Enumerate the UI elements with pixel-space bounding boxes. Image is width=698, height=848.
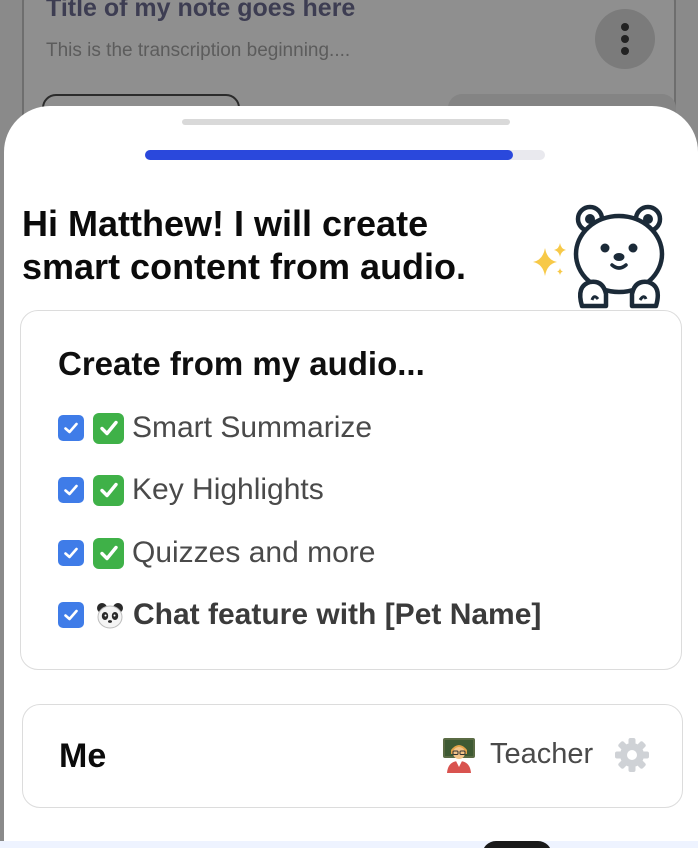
progress-bar	[145, 150, 545, 160]
bear-mascot-icon	[573, 204, 665, 309]
role-label: Teacher	[490, 738, 594, 770]
greeting-line-1: Hi Matthew! I will create	[22, 203, 429, 244]
sheet-grabber[interactable]	[182, 119, 510, 125]
checkbox-checked-icon[interactable]	[58, 602, 84, 628]
check-mark-button-icon	[93, 537, 124, 569]
profile-role-card[interactable]: Me Teacher	[22, 704, 683, 808]
option-label: Chat feature with [Pet Name]	[133, 598, 542, 631]
checkbox-checked-icon[interactable]	[58, 540, 84, 566]
sparkles-icon	[533, 243, 566, 276]
bottom-action-button[interactable]	[482, 841, 552, 848]
teacher-icon	[443, 738, 475, 773]
check-mark-button-icon	[93, 412, 124, 444]
gear-icon[interactable]	[613, 736, 651, 774]
bottom-sheet: Hi Matthew! I will create smart content …	[4, 106, 698, 848]
more-options-icon	[595, 9, 655, 69]
option-quizzes[interactable]: Quizzes and more	[58, 536, 375, 570]
checkbox-checked-icon[interactable]	[58, 415, 84, 441]
background-note-title: Title of my note goes here	[46, 0, 356, 22]
progress-bar-fill	[145, 150, 513, 160]
bottom-bar	[0, 841, 698, 848]
option-chat-feature[interactable]: Chat feature with [Pet Name]	[58, 598, 541, 632]
option-label: Smart Summarize	[132, 411, 373, 444]
panda-icon	[97, 603, 123, 629]
profile-name: Me	[59, 737, 107, 775]
create-card-title: Create from my audio...	[58, 345, 425, 382]
option-label: Key Highlights	[132, 473, 324, 506]
greeting-heading: Hi Matthew! I will create smart content …	[22, 202, 466, 288]
option-key-highlights[interactable]: Key Highlights	[58, 473, 324, 507]
option-label: Quizzes and more	[132, 536, 376, 569]
checkbox-checked-icon[interactable]	[58, 477, 84, 503]
check-mark-button-icon	[93, 474, 124, 506]
background-note-preview: This is the transcription beginning....	[46, 40, 351, 61]
greeting-line-2: smart content from audio.	[22, 246, 467, 287]
create-options-card: Create from my audio... Smart Summarize …	[20, 310, 682, 670]
option-smart-summarize[interactable]: Smart Summarize	[58, 411, 372, 445]
